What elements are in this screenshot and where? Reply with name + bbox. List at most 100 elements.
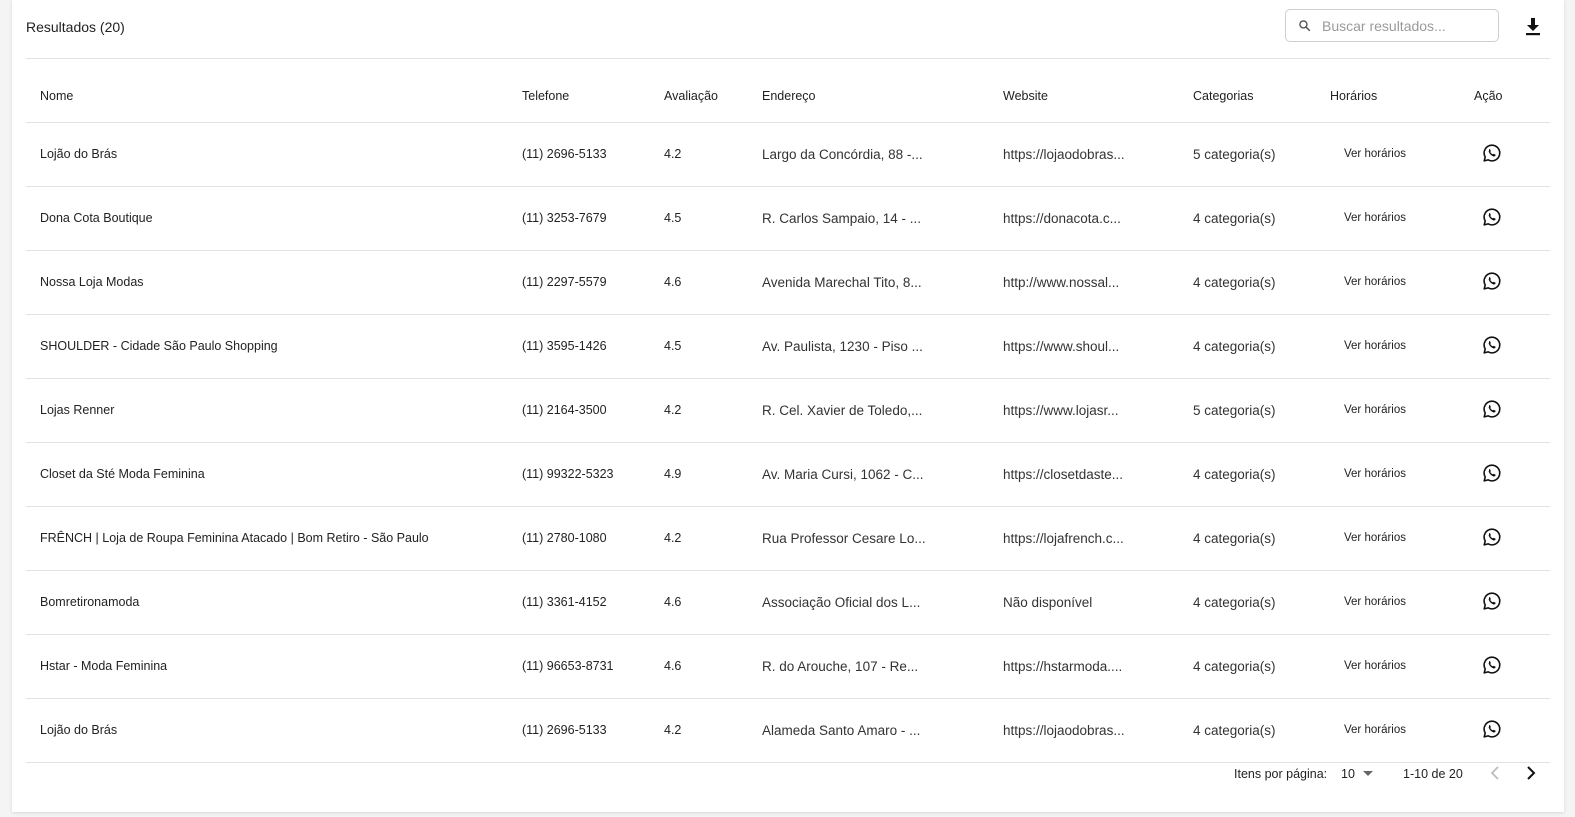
table-row[interactable]: Dona Cota Boutique (11) 3253-7679 4.5 R. Ca… — [26, 186, 1550, 251]
whatsapp-icon[interactable] — [1482, 527, 1502, 547]
table-row[interactable]: Nossa Loja Modas (11) 2297-5579 4.6 Avenida… — [26, 250, 1550, 315]
table-row[interactable]: FRÊNCH | Loja de Roupa Feminina Atacado … — [26, 506, 1550, 571]
cell-endereco: R. Cel. Xavier de Toledo,... — [762, 378, 1003, 443]
table-row[interactable]: SHOULDER - Cidade São Paulo Shopping (11)… — [26, 314, 1550, 379]
table-body: Lojão do Brás (11) 2696-5133 4.2 Largo da C… — [26, 122, 1550, 763]
ver-horarios-button[interactable]: Ver horários — [1330, 720, 1420, 740]
cell-acao — [1474, 506, 1550, 571]
table-row[interactable]: Lojas Renner (11) 2164-3500 4.2 R. Cel. Xav… — [26, 378, 1550, 443]
whatsapp-icon[interactable] — [1482, 335, 1502, 355]
cell-horarios: Ver horários — [1330, 314, 1474, 379]
cell-telefone: (11) 3361-4152 — [522, 570, 664, 635]
cell-website: https://hstarmoda.... — [1003, 634, 1193, 699]
chevron-left-icon — [1490, 766, 1499, 780]
column-header-endereco[interactable]: Endereço — [762, 59, 1003, 123]
cell-telefone: (11) 2297-5579 — [522, 250, 664, 315]
cell-website: https://lojafrench.c... — [1003, 506, 1193, 571]
cell-categorias: 4 categoria(s) — [1193, 442, 1330, 507]
whatsapp-icon[interactable] — [1482, 591, 1502, 611]
ver-horarios-button[interactable]: Ver horários — [1330, 528, 1420, 548]
cell-telefone: (11) 2780-1080 — [522, 506, 664, 571]
cell-endereco: Av. Maria Cursi, 1062 - C... — [762, 442, 1003, 507]
table-row[interactable]: Hstar - Moda Feminina (11) 96653-8731 4.6 R… — [26, 634, 1550, 699]
results-card: Resultados (20) Buscar resultados... Nom… — [12, 0, 1564, 812]
whatsapp-icon[interactable] — [1482, 463, 1502, 483]
cell-avaliacao: 4.6 — [664, 634, 762, 699]
ver-horarios-button[interactable]: Ver horários — [1330, 272, 1420, 292]
ver-horarios-button[interactable]: Ver horários — [1330, 336, 1420, 356]
cell-horarios: Ver horários — [1330, 442, 1474, 507]
column-header-website[interactable]: Website — [1003, 59, 1193, 123]
cell-website: https://closetdaste... — [1003, 442, 1193, 507]
column-header-nome[interactable]: Nome — [26, 59, 522, 123]
ver-horarios-button[interactable]: Ver horários — [1330, 464, 1420, 484]
cell-website: https://www.shoul... — [1003, 314, 1193, 379]
cell-endereco: Av. Paulista, 1230 - Piso ... — [762, 314, 1003, 379]
cell-avaliacao: 4.2 — [664, 122, 762, 187]
column-header-telefone[interactable]: Telefone — [522, 59, 664, 123]
cell-categorias: 4 categoria(s) — [1193, 634, 1330, 699]
cell-horarios: Ver horários — [1330, 634, 1474, 699]
dropdown-arrow-icon — [1362, 771, 1373, 776]
cell-avaliacao: 4.5 — [664, 314, 762, 379]
ver-horarios-button[interactable]: Ver horários — [1330, 400, 1420, 420]
cell-telefone: (11) 99322-5323 — [522, 442, 664, 507]
cell-horarios: Ver horários — [1330, 186, 1474, 251]
cell-acao — [1474, 634, 1550, 699]
cell-endereco: Largo da Concórdia, 88 -... — [762, 122, 1003, 187]
search-icon — [1299, 20, 1311, 32]
cell-nome: SHOULDER - Cidade São Paulo Shopping — [26, 314, 522, 379]
whatsapp-icon[interactable] — [1482, 271, 1502, 291]
table-row[interactable]: Closet da Sté Moda Feminina (11) 99322-53… — [26, 442, 1550, 507]
column-header-avaliacao[interactable]: Avaliação — [664, 59, 762, 123]
items-per-page-select[interactable]: 10 — [1341, 767, 1373, 781]
whatsapp-icon[interactable] — [1482, 399, 1502, 419]
cell-nome: Hstar - Moda Feminina — [26, 634, 522, 699]
cell-telefone: (11) 3253-7679 — [522, 186, 664, 251]
table-header-row: Nome Telefone Avaliação Endereço Website… — [26, 59, 1550, 123]
cell-telefone: (11) 3595-1426 — [522, 314, 664, 379]
column-header-categorias[interactable]: Categorias — [1193, 59, 1330, 123]
table-row[interactable]: Bomretironamoda (11) 3361-4152 4.6 Associaç… — [26, 570, 1550, 635]
whatsapp-icon[interactable] — [1482, 655, 1502, 675]
cell-nome: Nossa Loja Modas — [26, 250, 522, 315]
table-row[interactable]: Lojão do Brás (11) 2696-5133 4.2 Largo da C… — [26, 122, 1550, 187]
cell-acao — [1474, 314, 1550, 379]
ver-horarios-button[interactable]: Ver horários — [1330, 208, 1420, 228]
cell-avaliacao: 4.9 — [664, 442, 762, 507]
whatsapp-icon[interactable] — [1482, 143, 1502, 163]
cell-acao — [1474, 378, 1550, 443]
cell-telefone: (11) 2696-5133 — [522, 122, 664, 187]
items-per-page-value: 10 — [1341, 767, 1355, 781]
whatsapp-icon[interactable] — [1482, 207, 1502, 227]
previous-page-button[interactable] — [1489, 765, 1503, 784]
items-per-page-label: Itens por página: — [1234, 767, 1328, 781]
ver-horarios-button[interactable]: Ver horários — [1330, 144, 1420, 164]
cell-endereco: Rua Professor Cesare Lo... — [762, 506, 1003, 571]
cell-nome: Lojas Renner — [26, 378, 522, 443]
cell-horarios: Ver horários — [1330, 250, 1474, 315]
download-button[interactable] — [1523, 16, 1543, 38]
next-page-button[interactable] — [1523, 765, 1537, 784]
search-input[interactable] — [1320, 16, 1494, 35]
cell-telefone: (11) 96653-8731 — [522, 634, 664, 699]
cell-nome: Lojão do Brás — [26, 122, 522, 187]
results-header: Resultados (20) — [26, 0, 1550, 59]
cell-endereco: R. do Arouche, 107 - Re... — [762, 634, 1003, 699]
whatsapp-icon[interactable] — [1482, 719, 1502, 739]
cell-categorias: 4 categoria(s) — [1193, 250, 1330, 315]
cell-nome: Closet da Sté Moda Feminina — [26, 442, 522, 507]
cell-avaliacao: 4.2 — [664, 506, 762, 571]
column-header-horarios[interactable]: Horários — [1330, 59, 1474, 123]
cell-acao — [1474, 186, 1550, 251]
ver-horarios-button[interactable]: Ver horários — [1330, 656, 1420, 676]
cell-categorias: 5 categoria(s) — [1193, 122, 1330, 187]
cell-website: http://www.nossal... — [1003, 250, 1193, 315]
cell-endereco: Avenida Marechal Tito, 8... — [762, 250, 1003, 315]
search-field[interactable] — [1285, 9, 1499, 42]
cell-horarios: Ver horários — [1330, 378, 1474, 443]
column-header-acao[interactable]: Ação — [1474, 59, 1550, 123]
page-range-label: 1-10 de 20 — [1403, 767, 1463, 781]
cell-categorias: 4 categoria(s) — [1193, 506, 1330, 571]
ver-horarios-button[interactable]: Ver horários — [1330, 592, 1420, 612]
